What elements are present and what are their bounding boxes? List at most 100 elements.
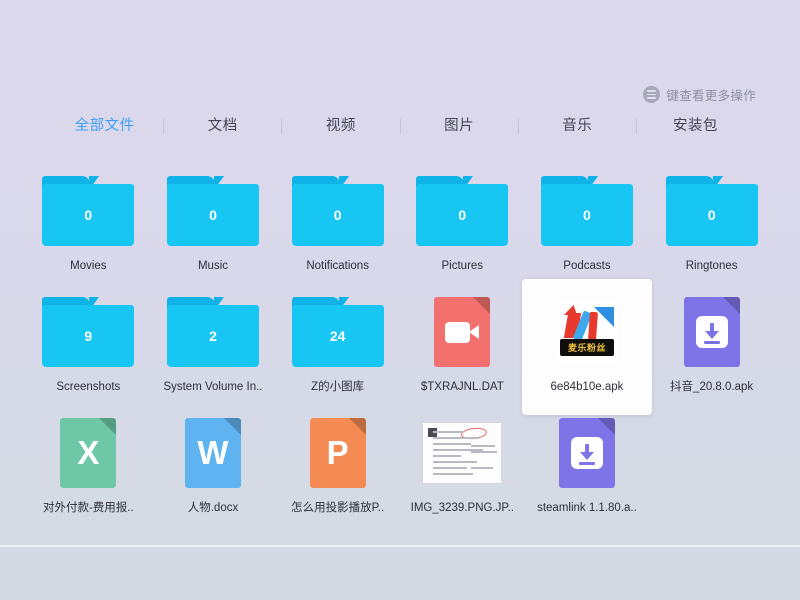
tab-separator xyxy=(163,118,165,134)
file-type-glyph: W xyxy=(197,434,229,471)
file-item[interactable]: 0 Ringtones xyxy=(649,160,774,281)
file-name-label: 抖音_20.8.0.apk xyxy=(670,381,754,393)
file-name-label: Notifications xyxy=(306,260,369,272)
folder-icon: 0 xyxy=(416,176,509,246)
top-bar: 键查看更多操作 xyxy=(0,0,800,112)
file-item[interactable]: 24 Z的小图库 xyxy=(275,281,400,402)
file-name-label: 怎么用投影播放P.. xyxy=(291,502,385,514)
file-thumbnail: 9 xyxy=(40,295,136,369)
folder-icon: 9 xyxy=(42,297,135,367)
folder-icon: 2 xyxy=(166,297,259,367)
file-type-glyph: X xyxy=(77,434,100,471)
file-thumbnail: P xyxy=(290,416,386,490)
bottom-divider xyxy=(0,545,800,547)
file-item[interactable]: steamlink 1.1.80.a.. xyxy=(525,402,650,523)
image-thumbnail-icon xyxy=(422,422,503,484)
folder-item-count: 24 xyxy=(329,328,346,344)
tab-1[interactable]: 文档 xyxy=(164,116,281,136)
file-name-label: Podcasts xyxy=(563,260,611,272)
file-thumbnail: W xyxy=(165,416,261,490)
folder-icon: 0 xyxy=(540,176,633,246)
download-arrow-icon xyxy=(570,437,603,469)
folder-icon: 0 xyxy=(42,176,135,246)
apk-file-icon xyxy=(558,418,615,488)
file-name-label: Movies xyxy=(70,260,107,272)
file-thumbnail xyxy=(414,416,510,490)
folder-item-count: 0 xyxy=(84,207,93,223)
download-arrow-icon xyxy=(695,316,728,348)
category-tab-bar: 全部文件 文档 视频 图片 音乐 安装包 xyxy=(0,116,800,136)
file-thumbnail: 0 xyxy=(165,174,261,248)
tab-3[interactable]: 图片 xyxy=(401,116,518,136)
file-item[interactable]: 0 Music xyxy=(151,160,276,281)
circle-menu-icon xyxy=(643,86,661,103)
file-item[interactable]: 0 Notifications xyxy=(275,160,400,281)
file-item[interactable]: $TXRAJNL.DAT xyxy=(400,281,525,402)
file-thumbnail: 0 xyxy=(539,174,635,248)
tab-2[interactable]: 视频 xyxy=(282,116,399,136)
folder-item-count: 0 xyxy=(707,207,716,223)
file-name-label: $TXRAJNL.DAT xyxy=(420,381,504,393)
file-item[interactable]: X 对外付款-费用报.. xyxy=(26,402,151,523)
music-app-icon: 麦乐粉丝 xyxy=(555,301,618,363)
file-thumbnail: 0 xyxy=(40,174,136,248)
folder-icon: 24 xyxy=(291,297,384,367)
tab-5[interactable]: 安装包 xyxy=(637,116,754,136)
file-type-glyph: P xyxy=(326,434,349,471)
file-name-label: 6e84b10e.apk xyxy=(550,381,624,393)
folder-item-count: 0 xyxy=(583,207,591,223)
file-thumbnail xyxy=(414,295,510,369)
folder-icon: 0 xyxy=(665,176,758,246)
file-thumbnail: X xyxy=(40,416,136,490)
file-thumbnail xyxy=(539,416,635,490)
file-grid: 0 Movies 0 Music 0 Notifications 0 Pictures 0 Pod… xyxy=(26,160,774,523)
excel-file-icon: X xyxy=(60,418,117,488)
powerpoint-file-icon: P xyxy=(309,418,366,488)
file-item-selected[interactable]: 麦乐粉丝 6e84b10e.apk xyxy=(521,279,652,415)
file-item[interactable]: 9 Screenshots xyxy=(26,281,151,402)
more-actions-label: 键查看更多操作 xyxy=(666,89,756,103)
file-item[interactable]: 抖音_20.8.0.apk xyxy=(649,281,774,402)
file-item[interactable]: IMG_3239.PNG.JP.. xyxy=(400,402,525,523)
more-actions-button[interactable]: 键查看更多操作 xyxy=(643,85,756,104)
folder-icon: 0 xyxy=(166,176,259,246)
file-name-label: IMG_3239.PNG.JP.. xyxy=(410,502,514,514)
file-name-label: 人物.docx xyxy=(187,502,239,514)
file-thumbnail: 2 xyxy=(165,295,261,369)
file-item[interactable]: 0 Movies xyxy=(26,160,151,281)
folder-item-count: 9 xyxy=(84,328,93,344)
tab-separator xyxy=(635,118,637,134)
file-name-label: steamlink 1.1.80.a.. xyxy=(537,502,637,514)
file-item[interactable]: 0 Podcasts xyxy=(525,160,650,281)
tab-separator xyxy=(517,118,519,134)
file-thumbnail: 24 xyxy=(290,295,386,369)
file-item[interactable]: W 人物.docx xyxy=(151,402,276,523)
file-name-label: Music xyxy=(197,260,228,272)
folder-item-count: 0 xyxy=(458,207,467,223)
folder-item-count: 0 xyxy=(209,207,217,223)
video-file-icon xyxy=(434,297,491,367)
file-name-label: Z的小图库 xyxy=(311,381,365,393)
file-item[interactable]: 2 System Volume In.. xyxy=(151,281,276,402)
file-thumbnail: 麦乐粉丝 xyxy=(539,295,635,369)
file-thumbnail: 0 xyxy=(414,174,510,248)
folder-icon: 0 xyxy=(291,176,384,246)
folder-item-count: 0 xyxy=(333,207,342,223)
folder-item-count: 2 xyxy=(209,328,217,344)
file-thumbnail: 0 xyxy=(290,174,386,248)
tab-4[interactable]: 音乐 xyxy=(519,116,636,136)
file-name-label: Ringtones xyxy=(685,260,738,272)
apk-file-icon xyxy=(683,297,740,367)
file-item[interactable]: 0 Pictures xyxy=(400,160,525,281)
word-file-icon: W xyxy=(184,418,241,488)
tab-separator xyxy=(281,118,283,134)
file-item[interactable]: P 怎么用投影播放P.. xyxy=(275,402,400,523)
file-thumbnail xyxy=(664,295,760,369)
file-thumbnail: 0 xyxy=(664,174,760,248)
file-name-label: Screenshots xyxy=(56,381,121,393)
file-name-label: System Volume In.. xyxy=(163,381,263,393)
file-name-label: 对外付款-费用报.. xyxy=(42,502,134,514)
video-camera-icon xyxy=(445,321,480,343)
tab-0[interactable]: 全部文件 xyxy=(46,116,163,136)
file-name-label: Pictures xyxy=(441,260,484,272)
